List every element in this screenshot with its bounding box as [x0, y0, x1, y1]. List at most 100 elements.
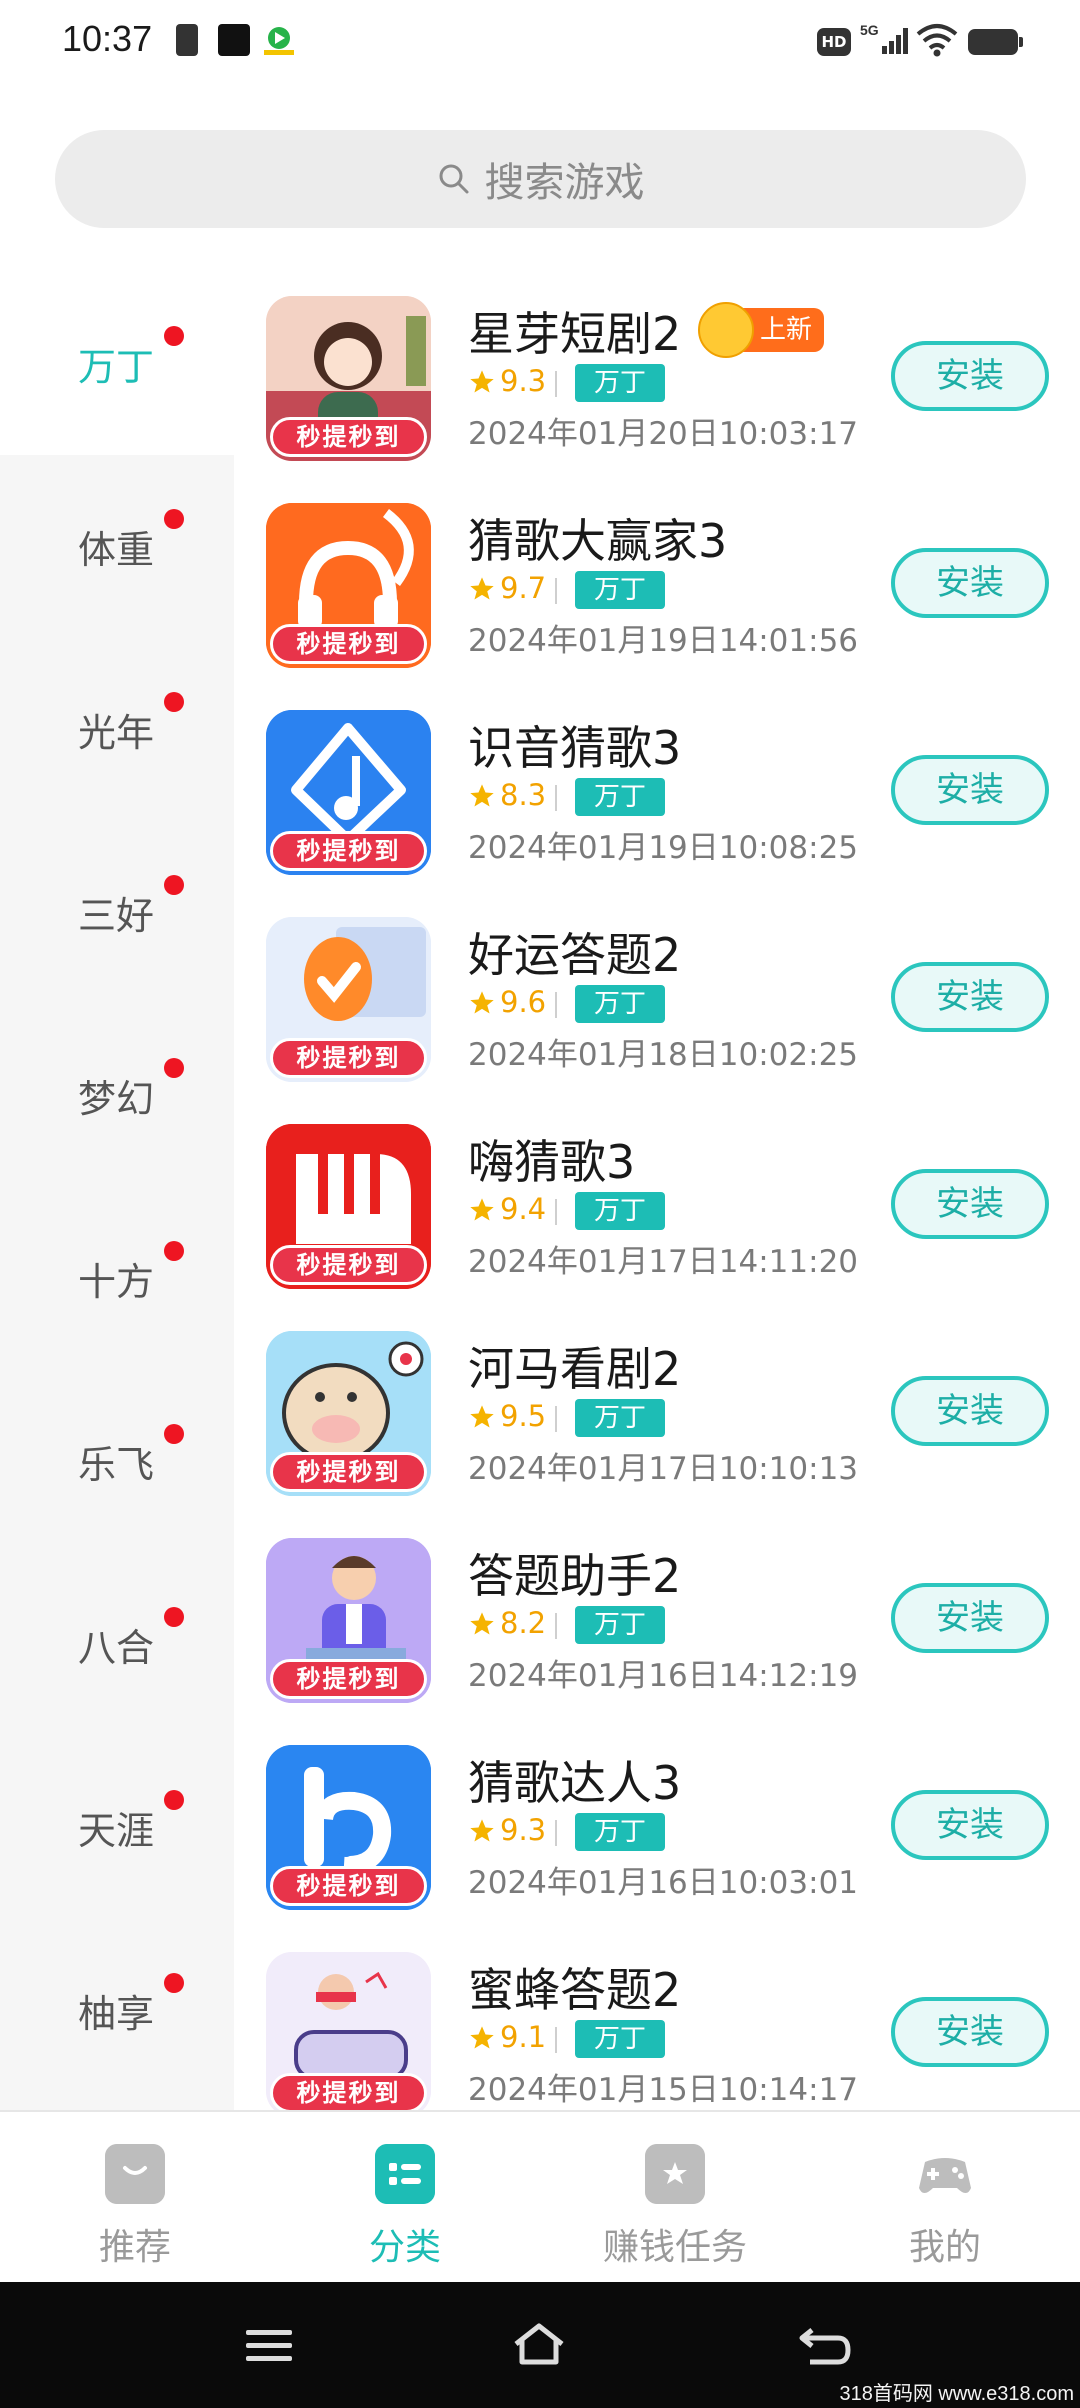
sidebar-item-label: 万丁 [78, 345, 155, 389]
red-dot-badge [164, 326, 184, 346]
tab-earn-tasks[interactable]: 赚钱任务 [540, 2112, 810, 2284]
red-dot-badge [164, 1424, 184, 1444]
app-row[interactable]: 秒提秒到 猜歌大赢家3 9.7 万丁 2024年01月19日14:01:56 安… [234, 479, 1080, 686]
red-dot-badge [164, 1241, 184, 1261]
bag-icon [105, 2144, 165, 2204]
emoji-icon [698, 302, 754, 358]
app-title: 好运答题2 [468, 928, 682, 982]
sidebar-item-youxiang[interactable]: 柚享 [0, 1919, 234, 2102]
search-icon [439, 164, 468, 194]
app-title: 河马看剧2 [468, 1342, 682, 1396]
channel-tag: 万丁 [575, 571, 665, 609]
app-row[interactable]: 秒提秒到 河马看剧2 9.5 万丁 2024年01月17日10:10:13 安装 [234, 1307, 1080, 1514]
sidebar-item-label: 体重 [78, 528, 155, 572]
sidebar-item-guangnian[interactable]: 光年 [0, 638, 234, 821]
tab-recommend[interactable]: 推荐 [0, 2112, 270, 2284]
search-placeholder: 搜索游戏 [484, 160, 645, 206]
app-list: 秒提秒到 星芽短剧2 上新 9.3 万丁 2024年01月20日10:03:17… [234, 272, 1080, 2110]
install-button[interactable]: 安装 [891, 1790, 1049, 1860]
sidebar-item-shifang[interactable]: 十方 [0, 1187, 234, 1370]
battery-icon [968, 29, 1023, 55]
sidebar-item-tianya[interactable]: 天涯 [0, 1736, 234, 1919]
divider [555, 785, 557, 811]
letter-b-note-icon: 秒提秒到 [266, 1745, 431, 1910]
app-title: 答题助手2 [468, 1549, 682, 1603]
star-icon [470, 370, 494, 393]
install-button[interactable]: 安装 [891, 755, 1049, 825]
icon-badge: 秒提秒到 [270, 1659, 427, 1699]
sidebar-item-lefei[interactable]: 乐飞 [0, 1370, 234, 1553]
app-row[interactable]: 秒提秒到 嗨猜歌3 9.4 万丁 2024年01月17日14:11:20 安装 [234, 1100, 1080, 1307]
sidebar-item-wanding[interactable]: 万丁 [0, 272, 234, 455]
music-note-icon: 秒提秒到 [266, 710, 431, 875]
app-row[interactable]: 秒提秒到 识音猜歌3 8.3 万丁 2024年01月19日10:08:25 安装 [234, 686, 1080, 893]
sidebar-item-label: 八合 [78, 1626, 155, 1670]
install-button[interactable]: 安装 [891, 1583, 1049, 1653]
rating-value: 9.1 [500, 2020, 547, 2054]
system-navigation-bar: 318首码网 www.e318.com [0, 2282, 1080, 2408]
sidebar-item-label: 梦幻 [78, 1077, 155, 1121]
rating-value: 9.6 [500, 985, 547, 1019]
gamepad-icon [919, 2158, 971, 2193]
red-dot-badge [164, 1790, 184, 1810]
sidebar-item-sanhao[interactable]: 三好 [0, 821, 234, 1004]
red-dot-badge [164, 692, 184, 712]
search-bar[interactable]: 搜索游戏 [55, 130, 1026, 228]
menu-icon[interactable] [234, 2310, 304, 2380]
install-button[interactable]: 安装 [891, 1376, 1049, 1446]
home-icon[interactable] [504, 2310, 574, 2380]
icon-badge: 秒提秒到 [270, 1038, 427, 1078]
install-button[interactable]: 安装 [891, 962, 1049, 1032]
red-dot-badge [164, 1058, 184, 1078]
status-bar: 10:37 HD 5G [0, 0, 1080, 86]
app-title: 识音猜歌3 [468, 721, 682, 775]
tab-label: 推荐 [98, 2227, 171, 2268]
star-icon [470, 2026, 494, 2049]
piano-icon: 秒提秒到 [266, 1124, 431, 1289]
sidebar-item-bahe[interactable]: 八合 [0, 1553, 234, 1736]
icon-badge: 秒提秒到 [270, 1866, 427, 1906]
sidebar-item-label: 十方 [78, 1260, 155, 1304]
install-button[interactable]: 安装 [891, 1169, 1049, 1239]
icon-badge: 秒提秒到 [270, 831, 427, 871]
install-button[interactable]: 安装 [891, 548, 1049, 618]
sidebar-item-menghuan[interactable]: 梦幻 [0, 1004, 234, 1187]
release-date: 2024年01月16日10:03:01 [468, 1865, 859, 1901]
tab-category[interactable]: 分类 [270, 2112, 540, 2284]
app-row[interactable]: 秒提秒到 蜜蜂答题2 9.1 万丁 2024年01月15日10:14:17 安装 [234, 1928, 1080, 2110]
release-date: 2024年01月17日10:10:13 [468, 1451, 859, 1487]
tab-label: 分类 [368, 2227, 441, 2268]
app-row[interactable]: 秒提秒到 星芽短剧2 上新 9.3 万丁 2024年01月20日10:03:17… [234, 272, 1080, 479]
sidebar-item-tizhong[interactable]: 体重 [0, 455, 234, 638]
app-row[interactable]: 秒提秒到 好运答题2 9.6 万丁 2024年01月18日10:02:25 安装 [234, 893, 1080, 1100]
rating-value: 8.2 [500, 1606, 547, 1640]
app-notification-icon [264, 27, 294, 55]
back-icon[interactable] [790, 2310, 860, 2380]
tab-label: 赚钱任务 [602, 2227, 747, 2268]
watermark-text: 318首码网 www.e318.com [839, 2383, 1074, 2405]
icon-badge: 秒提秒到 [270, 624, 427, 664]
tab-mine[interactable]: 我的 [810, 2112, 1080, 2284]
sidebar-item-label: 天涯 [78, 1809, 155, 1853]
svg-text:5G: 5G [860, 22, 879, 38]
install-button[interactable]: 安装 [891, 1997, 1049, 2067]
release-date: 2024年01月16日14:12:19 [468, 1658, 859, 1694]
app-title: 猜歌达人3 [468, 1756, 682, 1810]
star-icon [470, 991, 494, 1014]
category-sidebar: 万丁 体重 光年 三好 梦幻 十方 乐飞 八合 天涯 柚享 [0, 272, 234, 2110]
release-date: 2024年01月15日10:14:17 [468, 2072, 859, 2108]
star-icon [470, 1612, 494, 1635]
divider [555, 578, 557, 604]
hd-icon: HD [817, 28, 851, 56]
app-title: 猜歌大赢家3 [468, 514, 728, 568]
sidebar-item-label: 柚享 [78, 1992, 155, 2036]
app-title: 蜜蜂答题2 [468, 1963, 682, 2017]
sidebar-item-label: 光年 [78, 711, 155, 755]
channel-tag: 万丁 [575, 1606, 665, 1644]
app-row[interactable]: 秒提秒到 答题助手2 8.2 万丁 2024年01月16日14:12:19 安装 [234, 1514, 1080, 1721]
sidebar-item-label: 三好 [78, 894, 155, 938]
app-row[interactable]: 秒提秒到 猜歌达人3 9.3 万丁 2024年01月16日10:03:01 安装 [234, 1721, 1080, 1928]
install-button[interactable]: 安装 [891, 341, 1049, 411]
release-date: 2024年01月19日14:01:56 [468, 623, 859, 659]
star-icon [470, 1405, 494, 1428]
